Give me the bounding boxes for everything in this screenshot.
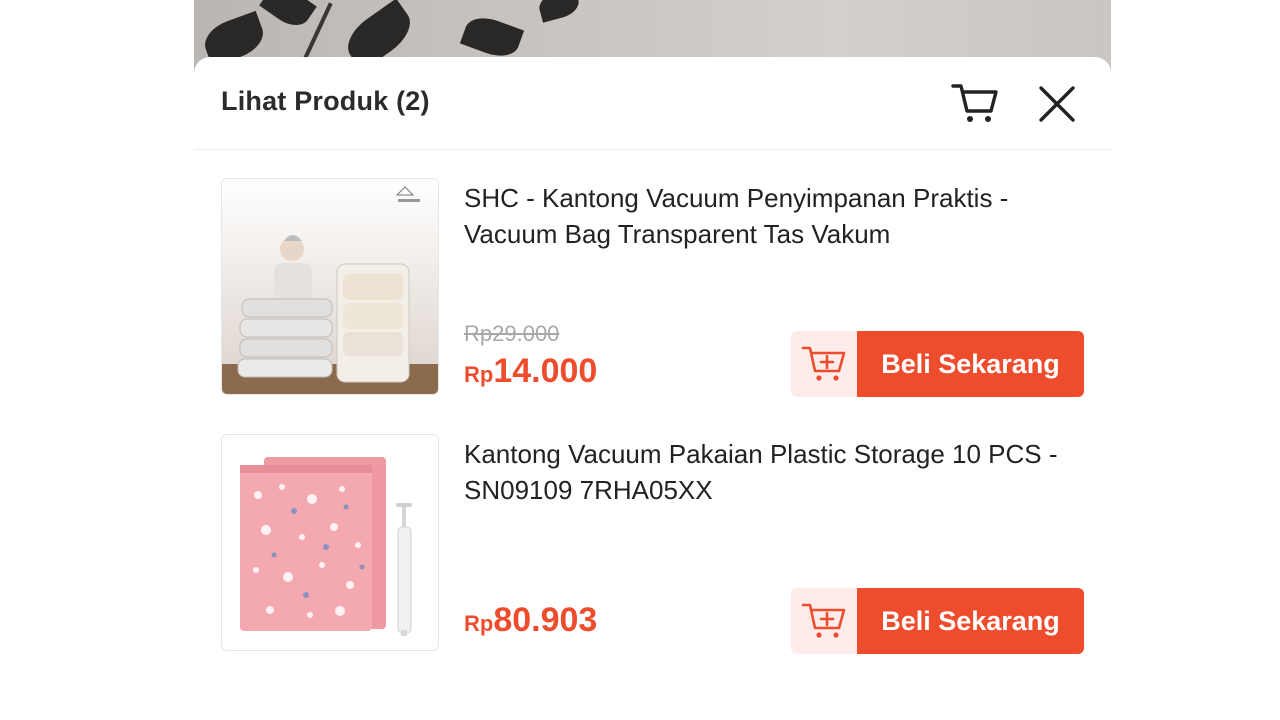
buy-now-button[interactable]: Beli Sekarang	[857, 588, 1084, 654]
price-value: 14.000	[493, 352, 598, 390]
price-value: 80.903	[493, 601, 598, 639]
original-price: Rp29.000	[464, 321, 560, 346]
add-to-cart-button[interactable]	[791, 588, 857, 654]
product-name[interactable]: SHC - Kantong Vacuum Penyimpanan Praktis…	[464, 180, 1079, 252]
currency-label: Rp	[464, 362, 494, 387]
buy-now-button[interactable]: Beli Sekarang	[857, 331, 1084, 397]
cart-icon[interactable]	[951, 81, 999, 125]
product-name[interactable]: Kantong Vacuum Pakaian Plastic Storage 1…	[464, 436, 1079, 508]
product-image[interactable]	[221, 434, 439, 651]
product-item[interactable]: Kantong Vacuum Pakaian Plastic Storage 1…	[221, 434, 1085, 654]
product-image[interactable]	[221, 178, 439, 395]
product-price: Rp80.903	[464, 601, 597, 640]
sheet-header: Lihat Produk (2)	[194, 57, 1111, 150]
close-icon[interactable]	[1037, 84, 1077, 124]
currency-label: Rp	[464, 611, 494, 636]
add-to-cart-icon	[801, 346, 846, 381]
product-price: Rp14.000	[464, 352, 597, 391]
sheet-title: Lihat Produk (2)	[221, 86, 430, 116]
product-item[interactable]: SHC - Kantong Vacuum Penyimpanan Praktis…	[221, 178, 1085, 397]
add-to-cart-button[interactable]	[791, 331, 857, 397]
product-sheet: Lihat Produk (2) SHC - Kantong Vacuum Pe…	[194, 57, 1111, 720]
add-to-cart-icon	[801, 603, 846, 638]
